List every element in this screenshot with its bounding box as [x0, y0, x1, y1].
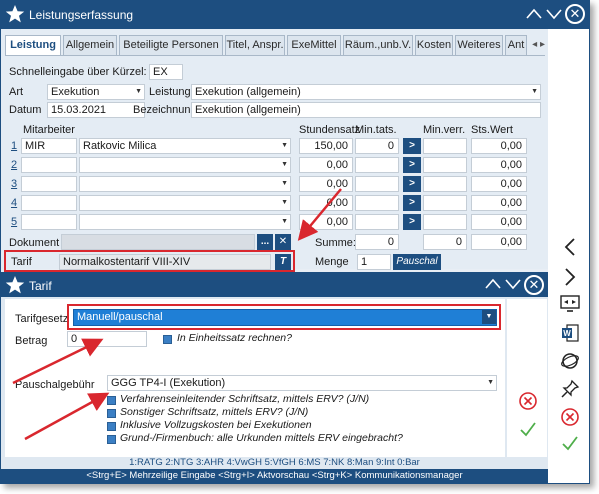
- annotation-arrows: [12, 188, 342, 441]
- annotation-arrow: [24, 392, 110, 441]
- annotation-arrow: [12, 338, 104, 385]
- annotation-arrow: [297, 188, 342, 241]
- leistungserfassung-window: Leistungserfassung ✕ Leistung Allgemein …: [0, 0, 590, 484]
